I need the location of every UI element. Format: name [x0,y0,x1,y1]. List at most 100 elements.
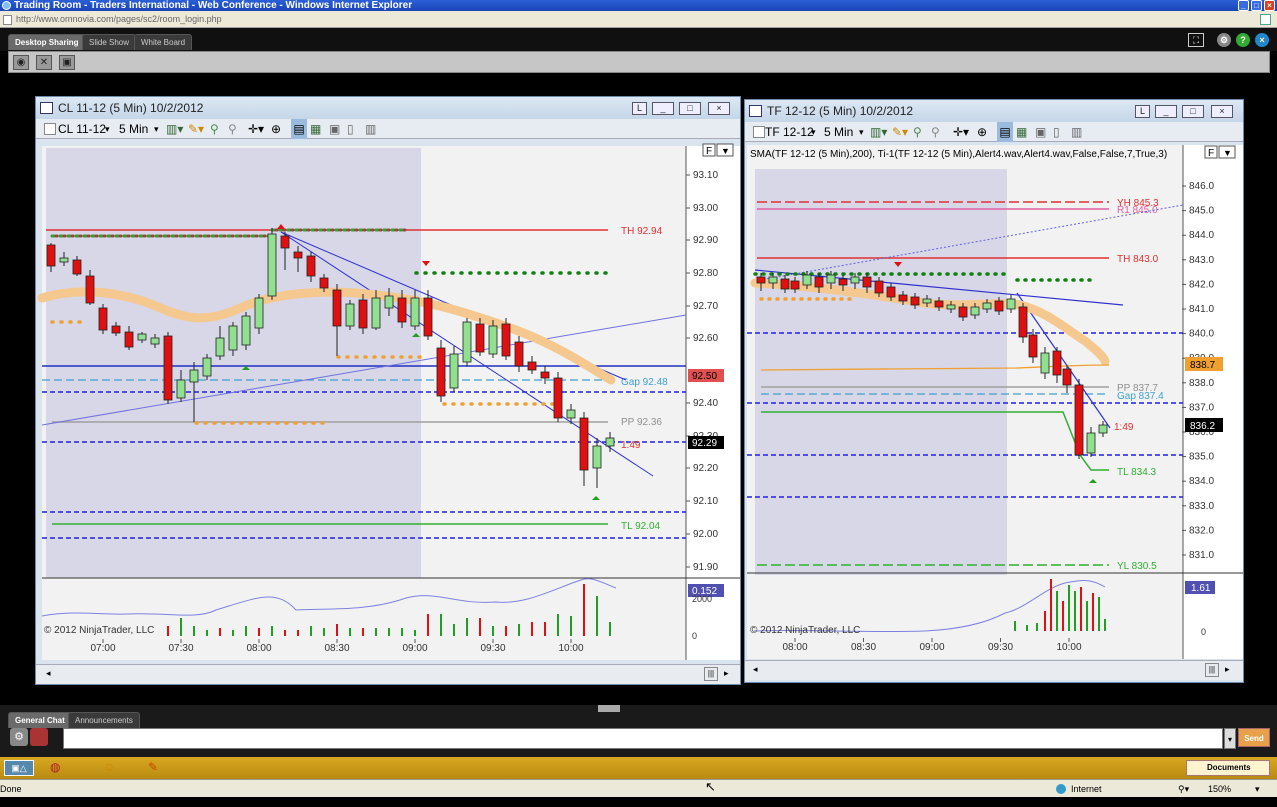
scroll-right-icon[interactable]: ▸ [724,668,729,679]
restore-icon[interactable]: □ [1251,0,1262,11]
svg-text:▼: ▼ [721,146,730,156]
minimize-icon[interactable]: _ [1238,0,1249,11]
chart-title: TF 12-12 (5 Min) 10/2/2012 [767,104,914,118]
exit-icon[interactable]: × [1255,33,1269,47]
chart-menu-icon[interactable] [753,126,765,138]
chat-color-icon[interactable] [30,728,48,746]
zoom-dropdown-icon[interactable]: ▾ [1255,780,1260,798]
browser-title: Trading Room - Traders International - W… [14,0,413,11]
interval-selector[interactable]: 5 Min [824,122,853,142]
feed-icon[interactable] [1260,14,1271,25]
chart-minimize-icon[interactable]: _ [1155,105,1177,118]
link-button[interactable]: L [1135,105,1150,118]
svg-text:F: F [1208,148,1214,159]
chart-menu-icon[interactable] [44,123,56,135]
cl-price-chart[interactable]: F ▼ 93.10 93.00 92.90 92.80 92.70 92.60 92.40 9… [36,140,740,663]
scroll-thumb[interactable]: ||| [704,667,718,681]
instrument-selector[interactable]: CL 11-12 [58,119,106,139]
pencil-icon[interactable]: ✎▾ [892,122,908,142]
indicator-icon[interactable]: ⚲ [913,122,922,142]
chat-dropdown-icon[interactable]: ▾ [1224,728,1236,749]
instrument-dropdown-icon[interactable]: ▾ [811,122,816,142]
fullscreen-icon[interactable]: ⛶ [1188,33,1204,47]
scroll-right-icon[interactable]: ▸ [1225,664,1230,675]
panel-splitter-icon[interactable] [598,705,620,712]
help-icon[interactable]: ? [1236,33,1250,47]
crosshair-icon[interactable]: ✛▾ [953,122,969,142]
screenshot-icon[interactable]: ▣ [329,119,340,139]
data-box-icon[interactable]: ▤ [291,119,307,139]
interval-dropdown-icon[interactable]: ▾ [154,119,159,139]
video-icon[interactable]: ▣△ [4,760,34,776]
chart-trader-icon[interactable]: ▦ [310,119,321,139]
candle-down [358,299,368,329]
scroll-thumb[interactable]: ||| [1205,663,1219,677]
cl-th-label: TH 92.94 [621,226,663,237]
zoom-level[interactable]: 150% [1208,780,1231,798]
cl-horizontal-scrollbar[interactable]: ◂ ||| ▸ [36,664,740,684]
volume-bar [297,630,299,636]
tf-horizontal-scrollbar[interactable]: ◂ ||| ▸ [745,660,1243,680]
bar-type-icon[interactable]: ▥▾ [870,122,887,142]
tab-general-chat[interactable]: General Chat [8,712,72,728]
tab-slide-show[interactable]: Slide Show [82,34,137,50]
link-button[interactable]: L [632,102,647,115]
zoom-icon[interactable]: ⊕ [271,119,281,139]
volume-bar [609,622,611,636]
price-axis-tick: 843.0 [1189,255,1214,266]
volume-bar [518,624,520,636]
room-taskbar: ▣△ ◍ ☺ ✎ Documents [0,757,1277,779]
data-box-icon[interactable]: ▤ [997,122,1013,142]
volume-bar [440,614,442,636]
chart-restore-icon[interactable]: □ [1182,105,1204,118]
time-axis-tick: 09:00 [402,643,427,654]
strategy-icon[interactable]: ⚲ [228,119,237,139]
pencil-icon[interactable]: ✎▾ [188,119,204,139]
volume-bar [245,626,247,636]
scroll-left-icon[interactable]: ◂ [753,664,758,675]
volume-bar [1036,623,1038,631]
chat-settings-icon[interactable]: ⚙ [10,728,28,746]
indicator-icon[interactable]: ⚲ [210,119,219,139]
instrument-dropdown-icon[interactable]: ▾ [105,119,110,139]
chart-close-icon[interactable]: × [1211,105,1233,118]
chart-trader-icon[interactable]: ▦ [1016,122,1027,142]
volume-bar [583,584,585,636]
tf-price-chart[interactable]: SMA(TF 12-12 (5 Min),200), Ti-1(TF 12-12… [745,143,1243,662]
fit-screen-icon[interactable]: ✕ [36,55,52,70]
panel-icon[interactable]: ▥ [365,119,376,139]
interval-selector[interactable]: 5 Min [119,119,148,139]
documents-button[interactable]: Documents [1186,760,1270,776]
tab-white-board[interactable]: White Board [134,34,193,50]
mute-icon[interactable]: ◍ [50,760,70,776]
strategy-icon[interactable]: ⚲ [931,122,940,142]
scroll-left-icon[interactable]: ◂ [46,668,51,679]
tab-announcements[interactable]: Announcements [68,712,140,728]
raise-hand-icon[interactable]: ✎ [148,760,166,776]
zoom-tool-icon[interactable]: ⚲▾ [1178,780,1189,798]
instrument-selector[interactable]: TF 12-12 [765,122,814,142]
panel-icon[interactable]: ▥ [1071,122,1082,142]
chart-close-icon[interactable]: × [708,102,730,115]
chat-input[interactable] [63,728,1223,749]
chart-restore-icon[interactable]: □ [679,102,701,115]
zoom-icon[interactable]: ⊕ [977,122,987,142]
actual-size-icon[interactable]: ▣ [59,55,75,70]
send-button[interactable]: Send [1238,728,1270,747]
properties-icon[interactable]: ▯ [1053,122,1060,142]
user-icon[interactable]: ☺ [103,760,121,776]
chart-minimize-icon[interactable]: _ [652,102,674,115]
address-bar[interactable]: http://www.omnovia.com/pages/sc2/room_lo… [0,11,1277,28]
candle-up [345,303,355,327]
camera-icon[interactable]: ◉ [13,55,29,70]
properties-icon[interactable]: ▯ [347,119,354,139]
screenshot-icon[interactable]: ▣ [1035,122,1046,142]
settings-gear-icon[interactable]: ⚙ [1217,33,1231,47]
close-icon[interactable]: × [1264,0,1275,11]
tab-desktop-sharing[interactable]: Desktop Sharing [8,34,86,50]
candle-down [111,325,121,334]
interval-dropdown-icon[interactable]: ▾ [859,122,864,142]
bar-type-icon[interactable]: ▥▾ [166,119,183,139]
candle-up [970,306,980,316]
crosshair-icon[interactable]: ✛▾ [248,119,264,139]
